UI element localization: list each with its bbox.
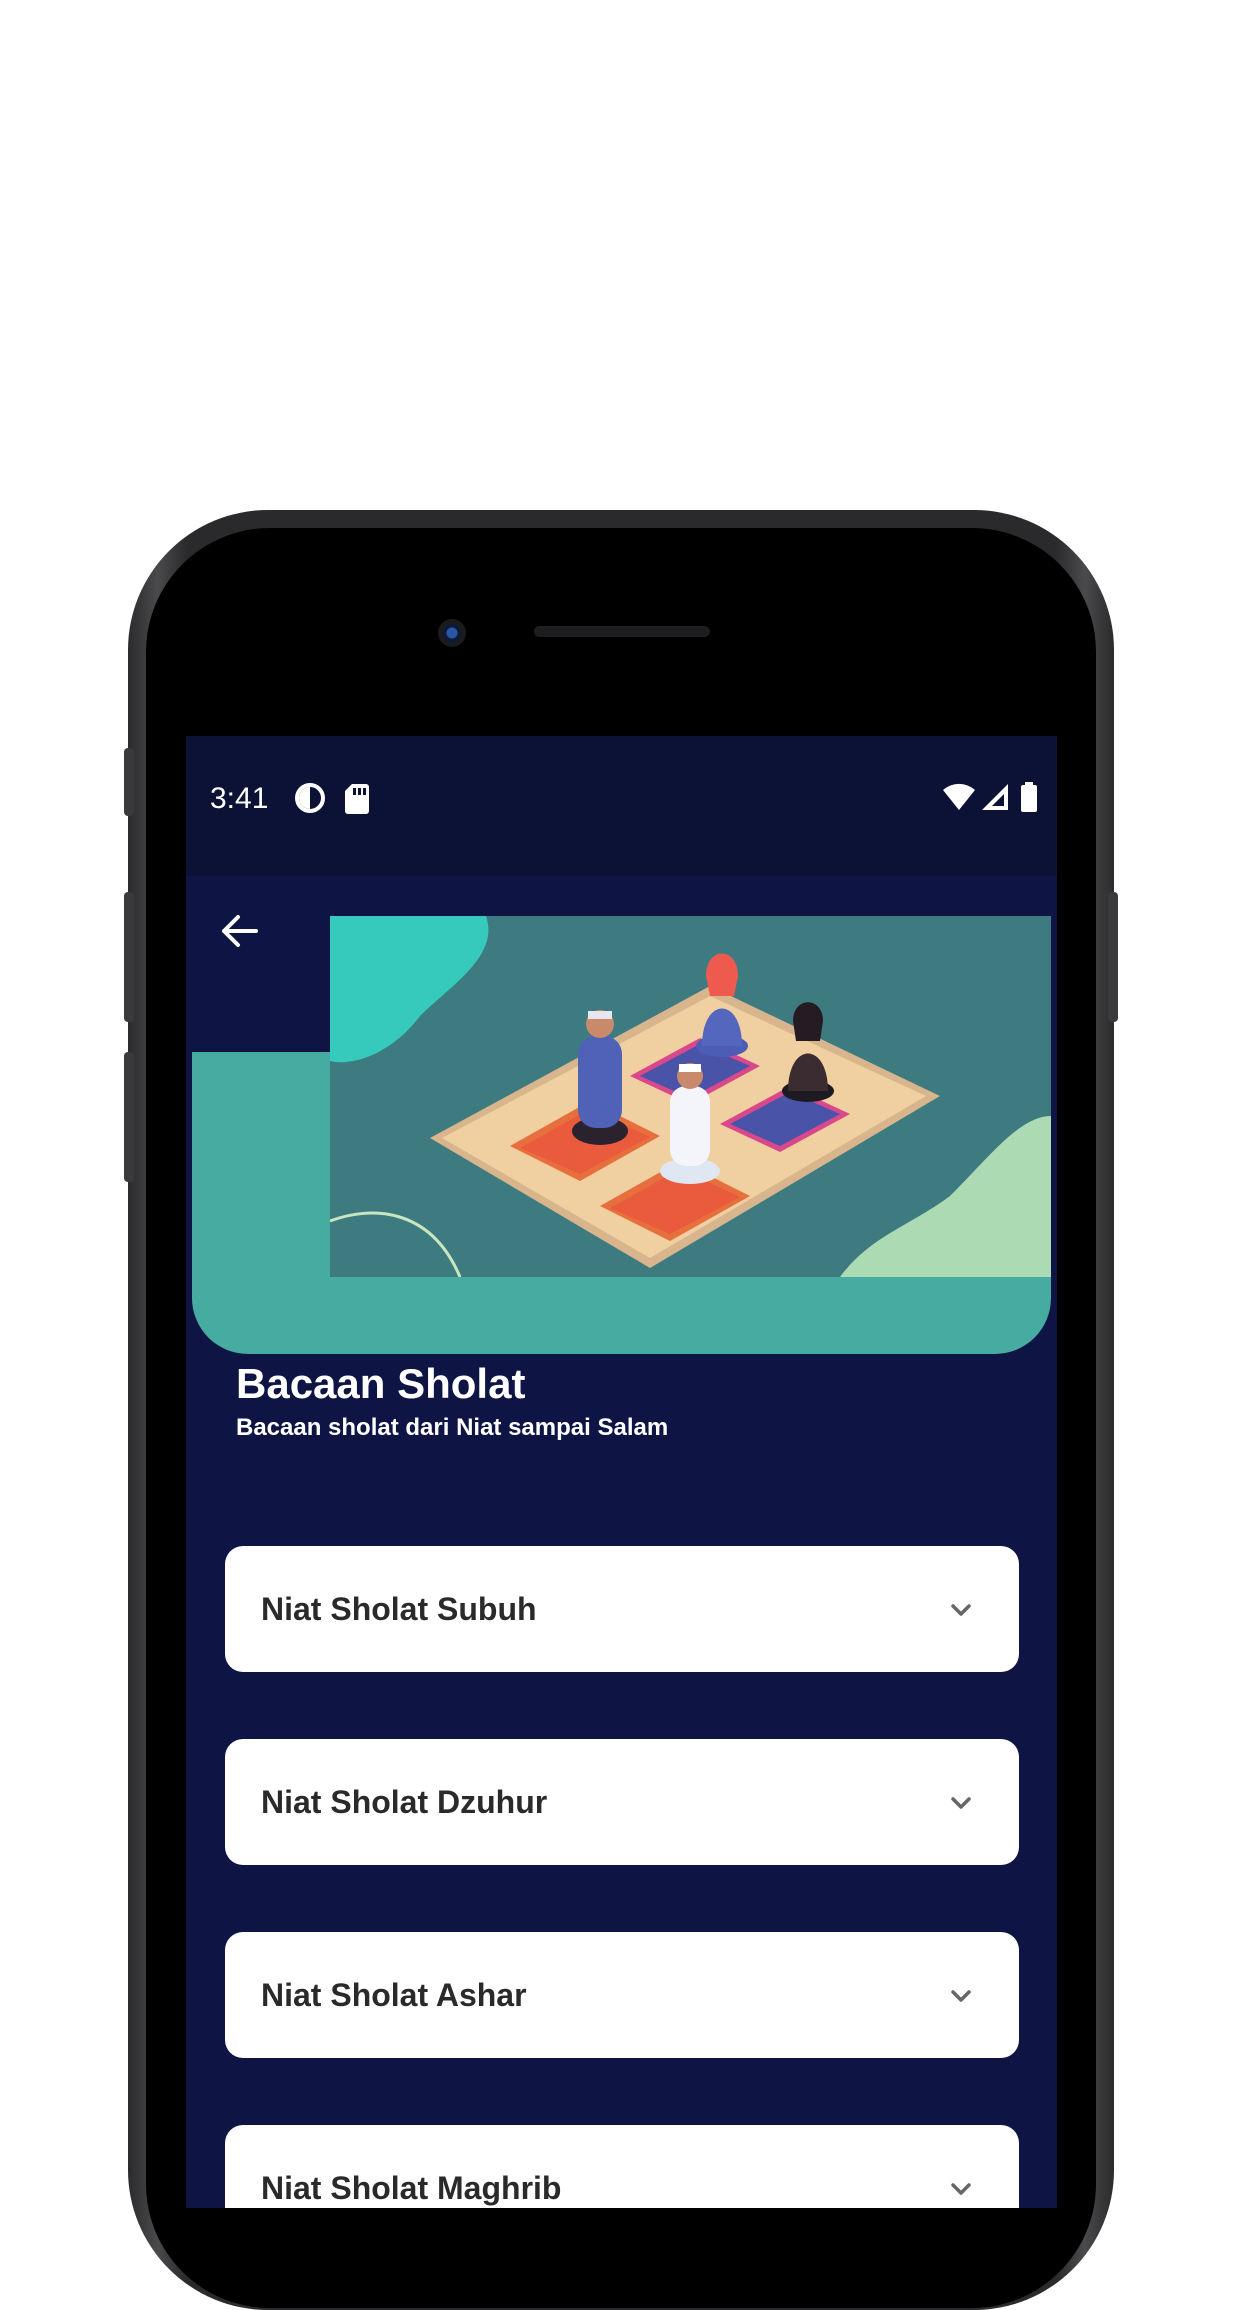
volume-up-button (124, 892, 134, 1022)
accordion-label: Niat Sholat Maghrib (261, 2170, 562, 2206)
header-card-corner (192, 1052, 352, 1212)
status-time: 3:41 (210, 782, 269, 815)
chevron-down-icon (951, 1990, 971, 2002)
accordion-niat-maghrib[interactable]: Niat Sholat Maghrib (225, 2125, 1019, 2208)
app-screen: 3:41 Bacaan Sholat Bacaan sholat dari Ni… (186, 736, 1057, 2208)
signal-icon (982, 784, 1008, 810)
chevron-down-icon (951, 2183, 971, 2195)
accordion-niat-dzuhur[interactable]: Niat Sholat Dzuhur (225, 1739, 1019, 1865)
earpiece-speaker (534, 626, 710, 637)
volume-down-button (124, 1052, 134, 1182)
status-bar: 3:41 (186, 736, 1057, 876)
hero-illustration (330, 916, 1051, 1277)
accordion-label: Niat Sholat Subuh (261, 1591, 537, 1627)
mute-switch (124, 748, 134, 816)
data-saver-icon (295, 783, 325, 813)
wifi-icon (943, 783, 975, 810)
accordion-label: Niat Sholat Ashar (261, 1977, 527, 2013)
front-camera (438, 619, 466, 647)
page-title: Bacaan Sholat (236, 1360, 526, 1407)
chevron-down-icon (951, 1604, 971, 1616)
battery-icon (1021, 782, 1037, 812)
power-button (1108, 892, 1118, 1022)
accordion-niat-subuh[interactable]: Niat Sholat Subuh (225, 1546, 1019, 1672)
sd-card-icon (345, 784, 369, 814)
arrow-left-icon[interactable] (216, 908, 262, 954)
chevron-down-icon (951, 1797, 971, 1809)
accordion-label: Niat Sholat Dzuhur (261, 1784, 548, 1820)
page-subtitle: Bacaan sholat dari Niat sampai Salam (236, 1414, 669, 1441)
accordion-niat-ashar[interactable]: Niat Sholat Ashar (225, 1932, 1019, 2058)
